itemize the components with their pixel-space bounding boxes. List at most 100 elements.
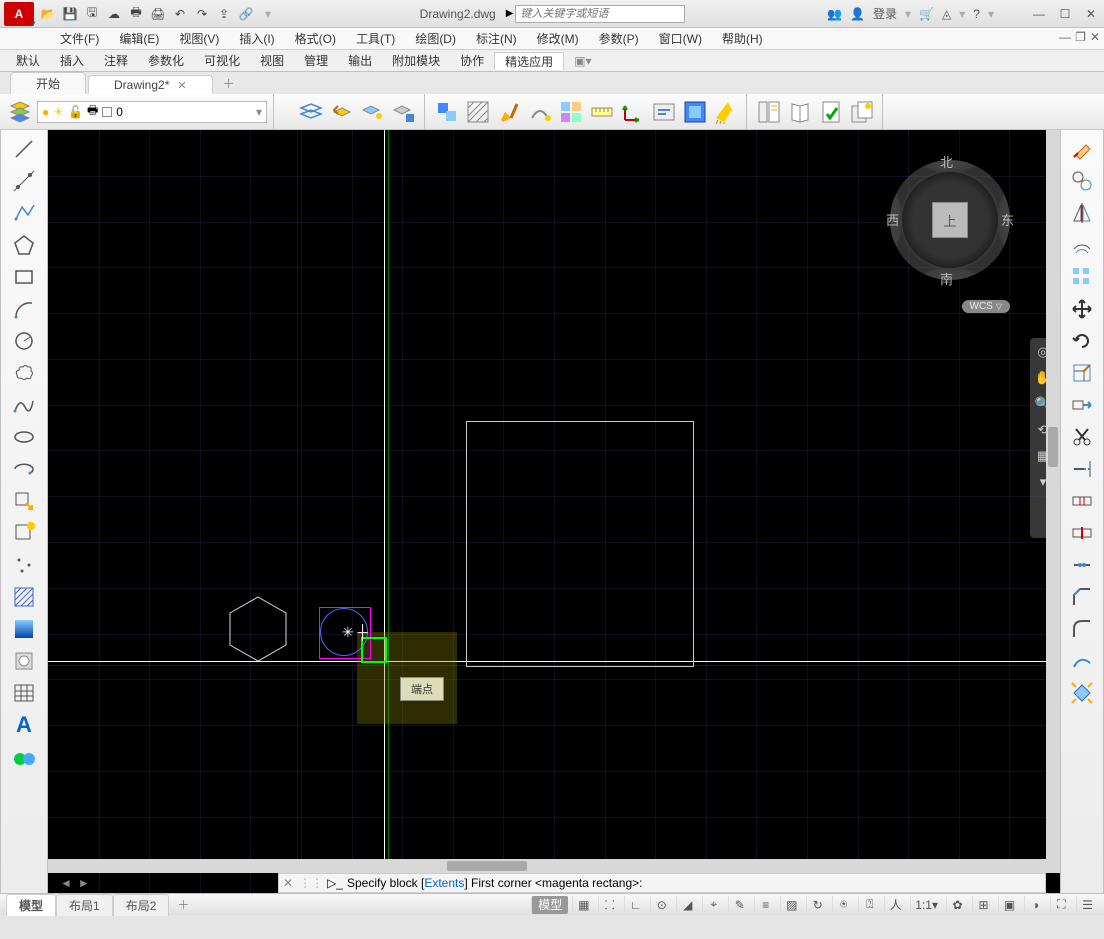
rectangle-icon[interactable] — [7, 262, 41, 292]
link-icon[interactable]: 🔗 — [236, 4, 256, 24]
child-restore-button[interactable]: ❐ — [1075, 30, 1086, 44]
group-icon[interactable] — [681, 98, 709, 126]
osnap-toggle-icon[interactable]: ⌖ — [702, 896, 724, 914]
gradient-icon[interactable] — [7, 614, 41, 644]
share-icon[interactable]: ⇪ — [214, 4, 234, 24]
toolpalette-icon[interactable] — [755, 98, 783, 126]
corner-right-icon[interactable]: ► — [78, 876, 90, 890]
rtab-addons[interactable]: 附加模块 — [382, 52, 450, 69]
horizontal-scrollbar[interactable] — [48, 859, 1046, 873]
grid-toggle-icon[interactable]: ▦ — [572, 896, 594, 914]
plot-icon[interactable]: 🖶 — [126, 4, 146, 24]
layout-2[interactable]: 布局2 — [113, 894, 170, 916]
menu-modify[interactable]: 修改(M) — [527, 30, 589, 47]
menu-tools[interactable]: 工具(T) — [346, 30, 405, 47]
child-close-button[interactable]: ✕ — [1090, 30, 1100, 44]
explode-icon[interactable] — [1065, 678, 1099, 708]
cloud-icon[interactable]: ☁ — [104, 4, 124, 24]
snap-toggle-icon[interactable]: ⸬ — [598, 896, 620, 914]
user-icon[interactable]: 👤 — [850, 7, 865, 21]
arc-icon[interactable] — [7, 294, 41, 324]
add-layout-button[interactable]: ＋ — [169, 894, 197, 915]
corner-left-icon[interactable]: ◄ — [60, 876, 72, 890]
login-label[interactable]: 登录 — [873, 5, 897, 22]
vc-south[interactable]: 南 — [940, 269, 953, 288]
redo-icon[interactable]: ↷ — [192, 4, 212, 24]
print-icon[interactable]: 🖨 — [148, 4, 168, 24]
annoscale-icon[interactable]: ⍰ — [858, 896, 880, 914]
menu-format[interactable]: 格式(O) — [285, 30, 346, 47]
drawing-canvas[interactable]: /* grid generated below via JS would be … — [48, 130, 1060, 893]
spline-icon[interactable] — [7, 390, 41, 420]
save-icon[interactable]: 💾 — [60, 4, 80, 24]
menu-help[interactable]: 帮助(H) — [712, 30, 773, 47]
menu-view[interactable]: 视图(V) — [169, 30, 229, 47]
layer-iso-icon[interactable] — [390, 98, 418, 126]
field-icon[interactable] — [650, 98, 678, 126]
viewport-icon[interactable] — [557, 98, 585, 126]
isodraft-icon[interactable]: ◢ — [676, 896, 698, 914]
polygon-icon[interactable] — [7, 230, 41, 260]
tab-close-icon[interactable]: ✕ — [177, 79, 186, 92]
stretch-icon[interactable] — [1065, 390, 1099, 420]
modelspace-button[interactable]: 模型 — [531, 896, 568, 914]
vc-west[interactable]: 西 — [886, 210, 899, 229]
rtab-featured[interactable]: 精选应用 — [494, 52, 564, 70]
make-block-icon[interactable] — [7, 518, 41, 548]
ortho-toggle-icon[interactable]: ∟ — [624, 896, 646, 914]
new-tab-button[interactable]: ＋ — [215, 73, 243, 94]
layer-prev-icon[interactable] — [328, 98, 356, 126]
region-icon[interactable] — [7, 646, 41, 676]
erase-icon[interactable] — [1065, 134, 1099, 164]
rtab-output[interactable]: 输出 — [338, 52, 382, 69]
transparency-icon[interactable]: ▨ — [780, 896, 802, 914]
sheet-check-icon[interactable] — [817, 98, 845, 126]
layer-properties-icon[interactable] — [6, 98, 34, 126]
break-icon[interactable] — [1065, 486, 1099, 516]
rtab-default[interactable]: 默认 — [6, 52, 50, 69]
xline-icon[interactable] — [7, 166, 41, 196]
addselect-icon[interactable] — [7, 742, 41, 772]
app-logo[interactable]: A — [4, 2, 34, 26]
rotate-icon[interactable] — [1065, 326, 1099, 356]
vc-north[interactable]: 北 — [940, 152, 953, 171]
tab-start[interactable]: 开始 — [10, 72, 86, 94]
layout-model[interactable]: 模型 — [6, 894, 56, 916]
rtab-collab[interactable]: 协作 — [450, 52, 494, 69]
ucs-icon[interactable] — [619, 98, 647, 126]
copy-icon[interactable] — [1065, 166, 1099, 196]
isolate-icon[interactable]: ◑ — [1024, 896, 1046, 914]
child-min-button[interactable]: — — [1059, 30, 1071, 44]
help-icon[interactable]: ? — [973, 7, 980, 21]
menu-dim[interactable]: 标注(N) — [466, 30, 527, 47]
cart-icon[interactable]: 🛒 — [919, 7, 934, 21]
polyline-icon[interactable] — [7, 198, 41, 228]
rtab-manage[interactable]: 管理 — [294, 52, 338, 69]
menu-window[interactable]: 窗口(W) — [649, 30, 712, 47]
command-line[interactable]: ✕ ⋮⋮ ▷_ Specify block [Extents] First co… — [278, 873, 1046, 893]
customize-icon[interactable]: ☰ — [1076, 896, 1098, 914]
menu-draw[interactable]: 绘图(D) — [405, 30, 466, 47]
book-icon[interactable] — [786, 98, 814, 126]
lineweight-icon[interactable]: ≡ — [754, 896, 776, 914]
vertical-scrollbar[interactable] — [1046, 130, 1060, 873]
cmdline-close-icon[interactable]: ✕ — [283, 876, 293, 890]
gear-icon[interactable]: ✿ — [946, 896, 968, 914]
chamfer-icon[interactable] — [1065, 582, 1099, 612]
line-icon[interactable] — [7, 134, 41, 164]
move-icon[interactable] — [1065, 294, 1099, 324]
menu-edit[interactable]: 编辑(E) — [109, 30, 169, 47]
text-icon[interactable]: A — [7, 710, 41, 740]
saveas-icon[interactable]: 🖫 — [82, 4, 102, 24]
annomonitor-icon[interactable]: ⍟ — [832, 896, 854, 914]
close-button[interactable]: ✕ — [1082, 5, 1100, 23]
layer-selector[interactable]: ● ☀ 🔓 🖶 0 ▾ — [37, 101, 267, 123]
offset-icon[interactable] — [1065, 230, 1099, 260]
blend-icon[interactable] — [1065, 646, 1099, 676]
search-input[interactable] — [515, 5, 685, 23]
join-icon[interactable] — [1065, 550, 1099, 580]
mirror-icon[interactable] — [1065, 198, 1099, 228]
app-icon[interactable]: ◬ — [942, 7, 951, 21]
point-icon[interactable] — [7, 550, 41, 580]
maximize-button[interactable]: ☐ — [1056, 5, 1074, 23]
